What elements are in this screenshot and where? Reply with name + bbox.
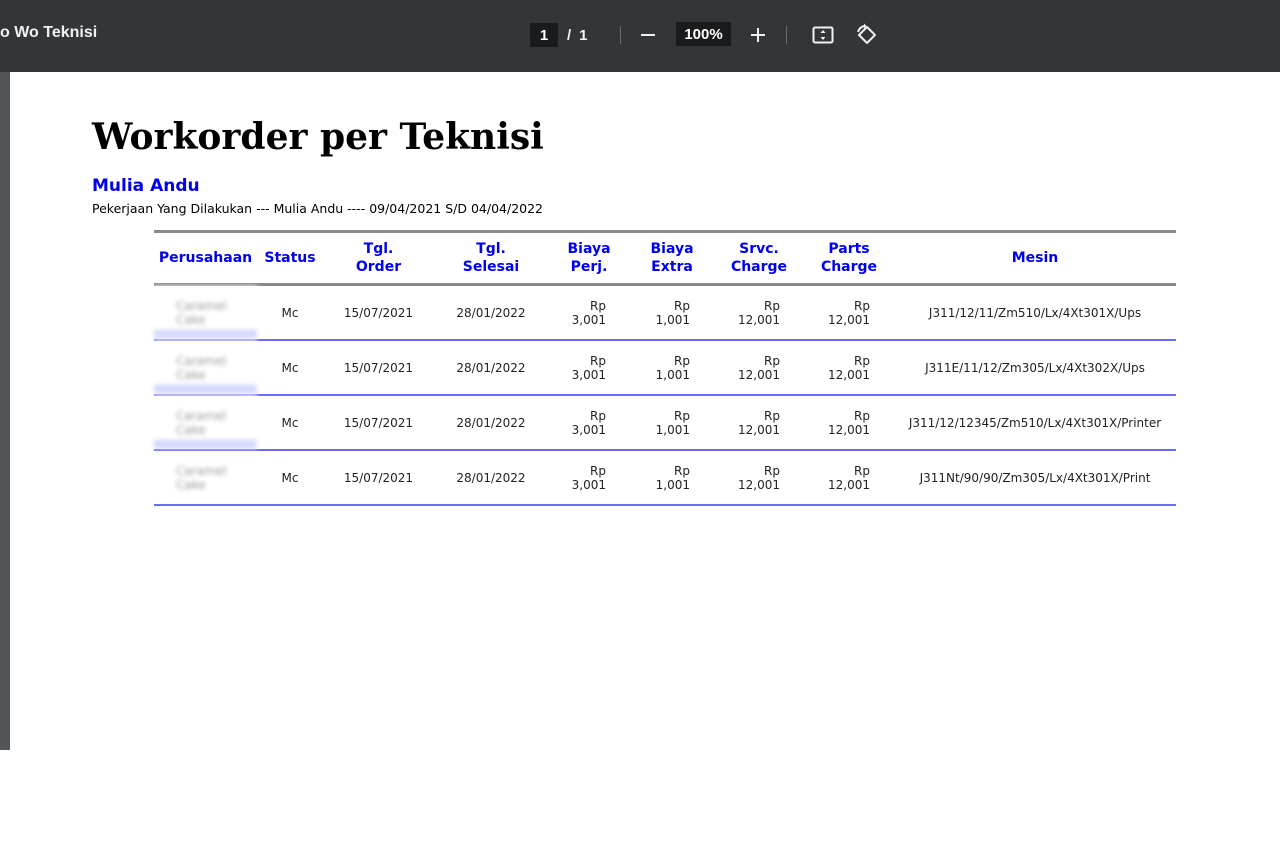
cell-biaya-perj: Rp 3,001 <box>571 408 606 437</box>
cell-tgl-order: 15/07/2021 <box>343 415 414 430</box>
cell-tgl-selesai: 28/01/2022 <box>456 360 526 375</box>
page-separator: / <box>567 26 572 44</box>
cell-mesin: J311/12/12345/Zm510/Lx/4Xt301X/Printer <box>908 415 1162 430</box>
cell-status: Mc <box>281 415 299 430</box>
viewer-background <box>0 72 10 750</box>
table-row: Caramel Cake Mc 15/07/2021 28/01/2022 Rp 3… <box>154 286 1176 341</box>
cell-biaya-extra: Rp 1,001 <box>655 408 690 437</box>
zoom-out-button[interactable] <box>634 21 662 49</box>
cell-tgl-order: 15/07/2021 <box>343 360 414 375</box>
cell-perusahaan: Caramel Cake <box>154 286 257 339</box>
cell-perusahaan: Caramel Cake <box>176 463 227 492</box>
cell-parts-charge: Rp 12,001 <box>828 408 870 437</box>
cell-perusahaan: Caramel Cake <box>154 341 257 394</box>
technician-name: Mulia Andu <box>92 176 200 196</box>
document-title: o Wo Teknisi <box>0 24 98 41</box>
header-biaya-extra: Biaya Extra <box>650 241 694 275</box>
rotate-button[interactable] <box>853 21 881 49</box>
report-title: Workorder per Teknisi <box>92 116 544 158</box>
page-navigation: 1 / 1 <box>530 22 588 48</box>
header-tgl-order: Tgl. Order <box>355 241 402 275</box>
workorder-table: Perusahaan Status Tgl. Order Tgl. Selesai … <box>154 230 1176 506</box>
page-total: 1 <box>579 26 588 44</box>
pdf-page: Workorder per Teknisi Mulia Andu Pekerja… <box>10 72 1280 750</box>
cell-srvc-charge: Rp 12,001 <box>738 298 780 327</box>
table-row: Caramel Cake Mc 15/07/2021 28/01/2022 Rp 3… <box>154 451 1176 506</box>
plus-icon <box>751 28 765 42</box>
rotate-icon <box>857 23 876 44</box>
cell-biaya-perj: Rp 3,001 <box>571 353 606 382</box>
header-parts-charge: Parts Charge <box>820 241 878 275</box>
cell-biaya-perj: Rp 3,001 <box>571 463 606 492</box>
cell-biaya-extra: Rp 1,001 <box>655 298 690 327</box>
cell-tgl-order: 15/07/2021 <box>343 470 414 485</box>
cell-srvc-charge: Rp 12,001 <box>738 353 780 382</box>
fit-page-icon <box>812 26 834 44</box>
toolbar-divider <box>620 26 621 44</box>
zoom-in-button[interactable] <box>744 21 772 49</box>
cell-biaya-extra: Rp 1,001 <box>655 353 690 382</box>
cell-tgl-selesai: 28/01/2022 <box>456 415 526 430</box>
cell-tgl-order: 15/07/2021 <box>343 305 414 320</box>
cell-mesin: J311Nt/90/90/Zm305/Lx/4Xt301X/Print <box>919 470 1151 485</box>
cell-srvc-charge: Rp 12,001 <box>738 463 780 492</box>
cell-biaya-perj: Rp 3,001 <box>571 298 606 327</box>
cell-perusahaan: Caramel Cake <box>154 396 257 449</box>
cell-status: Mc <box>281 470 299 485</box>
header-status: Status <box>264 250 316 266</box>
cell-parts-charge: Rp 12,001 <box>828 353 870 382</box>
header-srvc-charge: Srvc. Charge <box>730 241 788 275</box>
cell-mesin: J311/12/11/Zm510/Lx/4Xt301X/Ups <box>928 305 1142 320</box>
report-subtitle: Pekerjaan Yang Dilakukan --- Mulia Andu … <box>92 201 544 216</box>
table-header: Perusahaan Status Tgl. Order Tgl. Selesai … <box>154 230 1176 286</box>
page-number-input[interactable]: 1 <box>530 23 558 47</box>
minus-icon <box>641 34 655 36</box>
header-biaya-perj: Biaya Perj. <box>567 241 611 275</box>
cell-tgl-selesai: 28/01/2022 <box>456 305 526 320</box>
cell-status: Mc <box>281 305 299 320</box>
cell-parts-charge: Rp 12,001 <box>828 463 870 492</box>
header-perusahaan: Perusahaan <box>158 250 253 266</box>
cell-srvc-charge: Rp 12,001 <box>738 408 780 437</box>
pdf-toolbar: o Wo Teknisi 1 / 1 100% <box>0 0 1280 72</box>
fit-to-page-button[interactable] <box>809 21 837 49</box>
cell-status: Mc <box>281 360 299 375</box>
toolbar-divider <box>786 26 787 44</box>
cell-tgl-selesai: 28/01/2022 <box>456 470 526 485</box>
header-mesin: Mesin <box>1011 250 1059 266</box>
table-row: Caramel Cake Mc 15/07/2021 28/01/2022 Rp 3… <box>154 341 1176 396</box>
zoom-level-input[interactable]: 100% <box>676 22 731 46</box>
cell-parts-charge: Rp 12,001 <box>828 298 870 327</box>
cell-mesin: J311E/11/12/Zm305/Lx/4Xt302X/Ups <box>925 360 1145 375</box>
table-row: Caramel Cake Mc 15/07/2021 28/01/2022 Rp 3… <box>154 396 1176 451</box>
header-tgl-selesai: Tgl. Selesai <box>462 241 520 275</box>
cell-biaya-extra: Rp 1,001 <box>655 463 690 492</box>
